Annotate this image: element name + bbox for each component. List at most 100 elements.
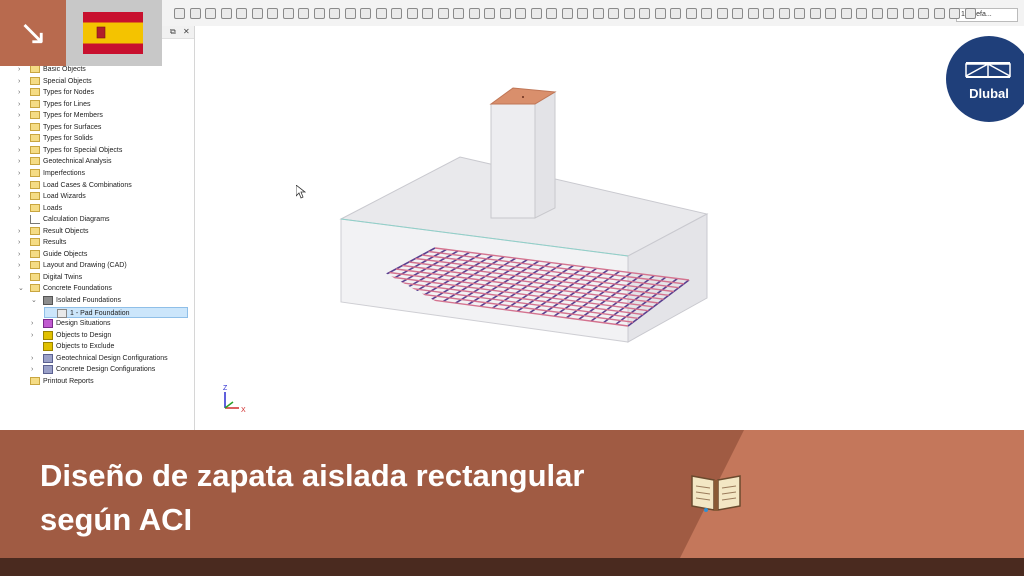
toolbar-tool-icon[interactable] <box>592 8 604 19</box>
toolbar-tool-icon[interactable] <box>282 8 294 19</box>
toolbar-tool-icon[interactable] <box>856 8 867 19</box>
toolbar-tool-icon[interactable] <box>220 8 232 19</box>
chevron-right-icon[interactable]: › <box>18 191 26 202</box>
toolbar-tool-icon[interactable] <box>453 8 464 19</box>
chevron-down-icon[interactable]: ⌄ <box>18 283 26 294</box>
chevron-right-icon[interactable]: › <box>18 237 26 248</box>
chevron-down-icon[interactable]: ⌄ <box>31 295 39 306</box>
tree-item[interactable]: › Geotechnical Design Configurations <box>31 353 201 364</box>
tree-item[interactable]: › Design Situations <box>31 318 201 329</box>
chevron-right-icon[interactable]: › <box>18 145 26 156</box>
chevron-right-icon[interactable]: › <box>18 133 26 144</box>
tree-item[interactable]: › Special Objects <box>18 76 188 87</box>
tree-item[interactable]: › Digital Twins <box>18 272 188 283</box>
chevron-right-icon[interactable]: › <box>18 76 26 87</box>
close-icon[interactable]: ✕ <box>183 27 190 36</box>
toolbar-tool-icon[interactable] <box>546 8 557 19</box>
toolbar-tool-icon[interactable] <box>422 8 433 19</box>
tree-item[interactable]: › Types for Members <box>18 110 188 121</box>
chevron-right-icon[interactable]: › <box>18 180 26 191</box>
tree-item[interactable]: › Concrete Design Configurations <box>31 364 201 375</box>
tree-item[interactable]: › Layout and Drawing (CAD) <box>18 260 188 271</box>
chevron-right-icon[interactable]: › <box>18 260 26 271</box>
toolbar-tool-icon[interactable] <box>639 8 650 19</box>
toolbar-tool-icon[interactable] <box>747 8 759 19</box>
chevron-right-icon[interactable]: › <box>18 99 26 110</box>
toolbar-tool-icon[interactable] <box>670 8 681 19</box>
tree-item[interactable]: › Imperfections <box>18 168 188 179</box>
toolbar-tool-icon[interactable] <box>623 8 635 19</box>
toolbar-tool-icon[interactable] <box>763 8 774 19</box>
toolbar-tool-icon[interactable] <box>267 8 278 19</box>
chevron-right-icon[interactable]: › <box>18 226 26 237</box>
toolbar-tool-icon[interactable] <box>360 8 371 19</box>
toolbar-tool-icon[interactable] <box>484 8 495 19</box>
chevron-right-icon[interactable]: › <box>31 318 39 329</box>
toolbar-tool-icon[interactable] <box>840 8 852 19</box>
model-viewport[interactable]: Z X <box>195 26 1024 430</box>
toolbar-tool-icon[interactable] <box>329 8 340 19</box>
tree-item[interactable]: 1 - Pad Foundation <box>44 306 188 318</box>
tree-item[interactable]: › Types for Lines <box>18 99 188 110</box>
tree-item[interactable]: › Results <box>18 237 188 248</box>
toolbar-tool-icon[interactable] <box>809 8 821 19</box>
pin-icon[interactable]: ⧉ <box>170 27 176 37</box>
chevron-right-icon[interactable]: › <box>31 330 39 341</box>
toolbar-tool-icon[interactable] <box>778 8 790 19</box>
toolbar-tool-icon[interactable] <box>871 8 883 19</box>
tree-item[interactable]: › Result Objects <box>18 226 188 237</box>
tree-item[interactable]: ⌄ Isolated Foundations <box>31 295 201 306</box>
tree-item[interactable]: › Loads <box>18 203 188 214</box>
toolbar-tool-icon[interactable] <box>933 8 945 19</box>
toolbar-tool-icon[interactable] <box>654 8 666 19</box>
toolbar-tool-icon[interactable] <box>685 8 697 19</box>
toolbar-tool-icon[interactable] <box>716 8 728 19</box>
toolbar-tool-icon[interactable] <box>825 8 836 19</box>
tree-item[interactable]: › Types for Surfaces <box>18 122 188 133</box>
tree-item[interactable]: › Types for Special Objects <box>18 145 188 156</box>
toolbar-tool-icon[interactable] <box>515 8 526 19</box>
toolbar-tool-icon[interactable] <box>701 8 712 19</box>
toolbar-tool-icon[interactable] <box>468 8 480 19</box>
toolbar-tool-icon[interactable] <box>732 8 743 19</box>
toolbar-tool-icon[interactable] <box>236 8 247 19</box>
tree-item[interactable]: › Load Cases & Combinations <box>18 180 188 191</box>
toolbar-tool-icon[interactable] <box>499 8 511 19</box>
chevron-right-icon[interactable]: › <box>18 156 26 167</box>
tree-item[interactable]: › Load Wizards <box>18 191 188 202</box>
toolbar-tool-icon[interactable] <box>174 8 185 19</box>
chevron-right-icon[interactable]: › <box>18 122 26 133</box>
toolbar-tool-icon[interactable] <box>964 8 976 19</box>
chevron-right-icon[interactable]: › <box>18 110 26 121</box>
toolbar-tool-icon[interactable] <box>577 8 588 19</box>
toolbar-tool-icon[interactable] <box>530 8 542 19</box>
chevron-right-icon[interactable]: › <box>18 203 26 214</box>
toolbar-tool-icon[interactable] <box>391 8 402 19</box>
chevron-right-icon[interactable]: › <box>18 272 26 283</box>
chevron-right-icon[interactable]: › <box>18 249 26 260</box>
chevron-right-icon[interactable]: › <box>18 168 26 179</box>
toolbar-tool-icon[interactable] <box>437 8 449 19</box>
tree-item[interactable]: ⌄ Concrete Foundations <box>18 283 188 294</box>
toolbar-tool-icon[interactable] <box>375 8 387 19</box>
tree-item[interactable]: Objects to Exclude <box>31 341 201 352</box>
tree-item[interactable]: Calculation Diagrams <box>18 214 188 225</box>
tree-item[interactable]: › Objects to Design <box>31 330 201 341</box>
chevron-right-icon[interactable]: › <box>31 364 39 375</box>
toolbar-tool-icon[interactable] <box>902 8 914 19</box>
toolbar-tool-icon[interactable] <box>298 8 309 19</box>
toolbar-tool-icon[interactable] <box>205 8 216 19</box>
toolbar-tool-icon[interactable] <box>313 8 325 19</box>
toolbar-tool-icon[interactable] <box>189 8 201 19</box>
tree-item[interactable]: › Types for Solids <box>18 133 188 144</box>
toolbar-tool-icon[interactable] <box>251 8 263 19</box>
tree-item[interactable]: › Guide Objects <box>18 249 188 260</box>
tree-item[interactable]: Printout Reports <box>18 376 188 387</box>
toolbar-tool-icon[interactable] <box>344 8 356 19</box>
toolbar-tool-icon[interactable] <box>887 8 898 19</box>
toolbar-tool-icon[interactable] <box>949 8 960 19</box>
toolbar-tool-icon[interactable] <box>918 8 929 19</box>
chevron-right-icon[interactable]: › <box>18 87 26 98</box>
toolbar-tool-icon[interactable] <box>561 8 573 19</box>
tree-item[interactable]: › Types for Nodes <box>18 87 188 98</box>
